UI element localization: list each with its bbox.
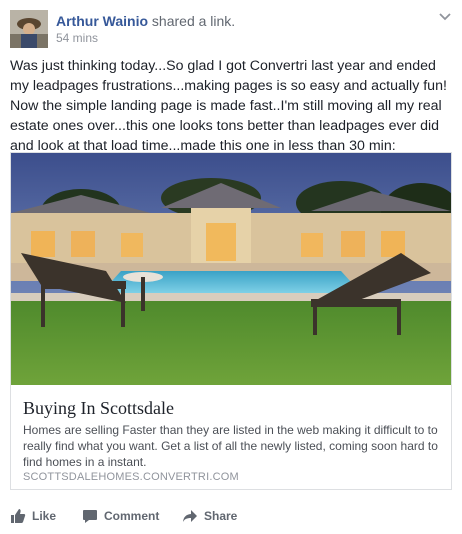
link-card-image[interactable]	[11, 153, 451, 385]
link-card-body[interactable]: Buying In Scottsdale Homes are selling F…	[11, 386, 451, 490]
share-icon	[183, 510, 197, 522]
author-avatar[interactable]	[10, 10, 48, 48]
post-time[interactable]: 54 mins	[56, 31, 98, 45]
like-label: Like	[32, 509, 57, 523]
share-button[interactable]: Share	[182, 506, 237, 526]
link-card-domain: SCOTTSDALEHOMES.CONVERTRI.COM	[23, 471, 239, 483]
comment-icon	[83, 510, 97, 523]
comment-label: Comment	[104, 509, 160, 523]
post-message: Was just thinking today...So glad I got …	[10, 58, 447, 154]
like-button[interactable]: Like	[10, 506, 56, 526]
share-label: Share	[204, 509, 238, 523]
post-actions: Like Comment Share	[10, 500, 452, 532]
post-header: Arthur Wainio shared a link. 54 mins	[10, 10, 452, 50]
link-card-title[interactable]: Buying In Scottsdale	[23, 398, 174, 419]
like-icon	[11, 509, 26, 523]
link-card[interactable]: Buying In Scottsdale Homes are selling F…	[10, 152, 452, 490]
link-card-description: Homes are selling Faster than they are l…	[23, 423, 438, 469]
feed-post: Arthur Wainio shared a link. 54 mins Was…	[0, 0, 462, 534]
chevron-down-icon[interactable]	[438, 12, 452, 22]
shared-text: shared a link.	[151, 13, 236, 29]
author-line: Arthur Wainio shared a link.	[56, 12, 235, 30]
comment-button[interactable]: Comment	[82, 506, 159, 526]
author-name[interactable]: Arthur Wainio	[56, 13, 148, 29]
